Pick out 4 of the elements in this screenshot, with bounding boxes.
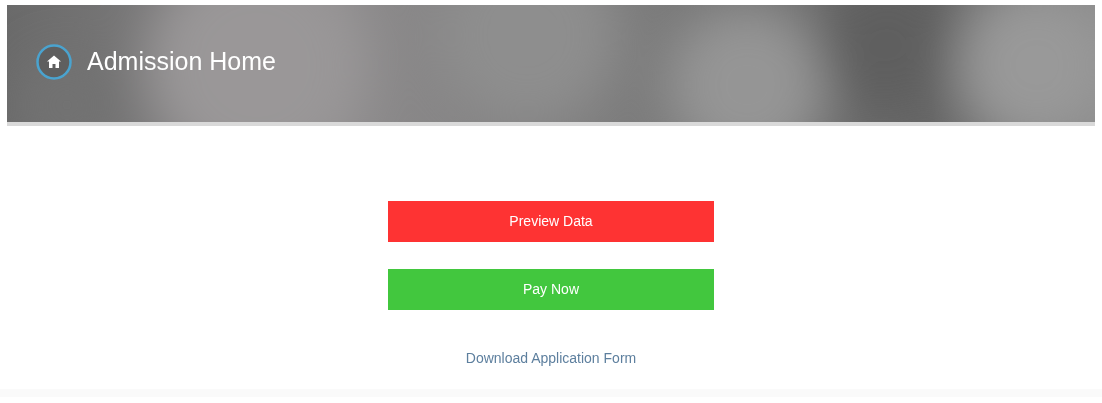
download-link[interactable]: Download Application Form — [465, 348, 637, 369]
action-button[interactable]: Pay Now — [388, 269, 714, 310]
action-button[interactable]: Preview Data — [388, 201, 714, 242]
page-title: Admission Home — [87, 45, 276, 77]
